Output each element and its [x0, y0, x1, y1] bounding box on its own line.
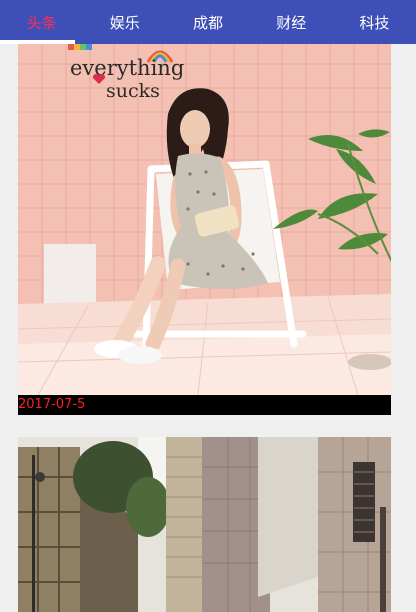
- wall-text-everything: everything: [70, 56, 184, 80]
- tab-finance[interactable]: 财经: [250, 0, 333, 44]
- tab-chengdu[interactable]: 成都: [166, 0, 249, 44]
- news-feed-list[interactable]: everything sucks 2017-07-5: [0, 44, 416, 612]
- tab-technology[interactable]: 科技: [333, 0, 416, 44]
- tab-entertainment[interactable]: 娱乐: [83, 0, 166, 44]
- tab-headlines[interactable]: 头条: [0, 0, 83, 44]
- top-tab-bar: 头条 娱乐 成都 财经 科技: [0, 0, 416, 44]
- news-card-photo: [18, 437, 391, 612]
- news-card[interactable]: [18, 437, 391, 612]
- wall-text-sucks: sucks: [106, 80, 160, 102]
- news-card-photo: everything sucks: [18, 44, 391, 395]
- news-card[interactable]: everything sucks 2017-07-5: [18, 44, 391, 415]
- news-date: 2017-07-5: [18, 395, 391, 415]
